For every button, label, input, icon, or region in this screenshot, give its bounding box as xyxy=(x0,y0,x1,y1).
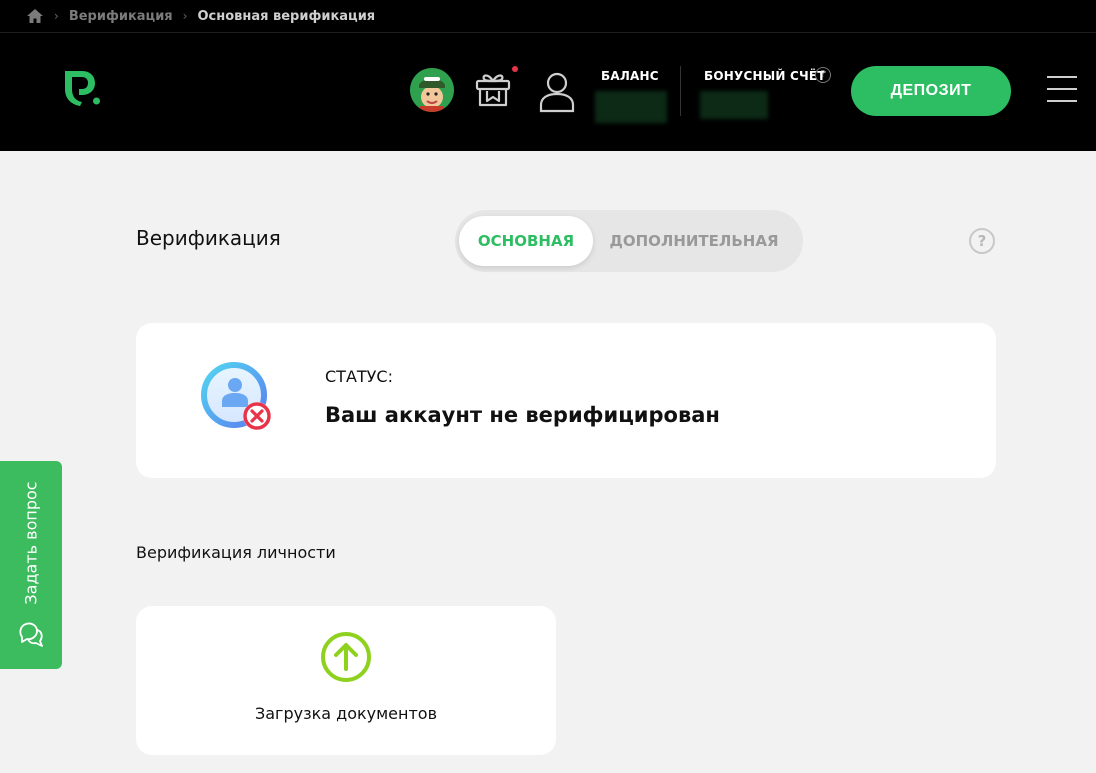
chevron-right-icon: › xyxy=(54,9,59,23)
ask-question-tab[interactable]: Задать вопрос xyxy=(0,461,62,669)
status-card: СТАТУС: Ваш аккаунт не верифицирован xyxy=(136,323,996,478)
notification-dot xyxy=(512,66,518,72)
deposit-button[interactable]: ДЕПОЗИТ xyxy=(851,66,1011,116)
section-title: Верификация личности xyxy=(136,543,336,562)
breadcrumb-item-verification[interactable]: Верификация xyxy=(69,9,173,24)
page-title: Верификация xyxy=(136,226,281,250)
upload-documents-label: Загрузка документов xyxy=(254,704,438,723)
status-label: СТАТУС: xyxy=(325,367,393,386)
ask-question-label: Задать вопрос xyxy=(21,481,41,605)
upload-arrow-icon xyxy=(320,631,372,687)
tab-additional[interactable]: ДОПОЛНИТЕЛЬНАЯ xyxy=(597,216,791,266)
chat-bubbles-icon xyxy=(18,621,44,653)
breadcrumb: › Верификация › Основная верификация xyxy=(0,0,1096,33)
user-profile-icon[interactable] xyxy=(538,71,576,117)
user-unverified-icon xyxy=(200,361,276,441)
avatar[interactable] xyxy=(410,68,454,112)
bonus-value-redacted xyxy=(700,91,768,119)
breadcrumb-item-current: Основная верификация xyxy=(197,8,376,24)
gift-icon[interactable] xyxy=(474,69,512,113)
balance-value-redacted xyxy=(595,91,667,123)
header-divider xyxy=(680,66,681,116)
bonus-help-icon[interactable]: ? xyxy=(815,67,831,83)
header: БАЛАНС БОНУСНЫЙ СЧЁТ ? ДЕПОЗИТ xyxy=(0,33,1096,151)
help-icon[interactable]: ? xyxy=(969,228,995,254)
chevron-right-icon: › xyxy=(182,9,188,23)
status-text: Ваш аккаунт не верифицирован xyxy=(325,403,720,427)
verification-tabs: ОСНОВНАЯ ДОПОЛНИТЕЛЬНАЯ xyxy=(455,210,803,272)
hamburger-menu-icon[interactable] xyxy=(1047,76,1077,104)
home-icon[interactable] xyxy=(26,8,44,24)
balance-label: БАЛАНС xyxy=(601,69,659,83)
upload-documents-card[interactable]: Загрузка документов xyxy=(136,606,556,755)
bonus-account-label: БОНУСНЫЙ СЧЁТ xyxy=(704,69,826,83)
tab-basic[interactable]: ОСНОВНАЯ xyxy=(459,216,593,266)
brand-logo-icon[interactable] xyxy=(62,69,102,111)
